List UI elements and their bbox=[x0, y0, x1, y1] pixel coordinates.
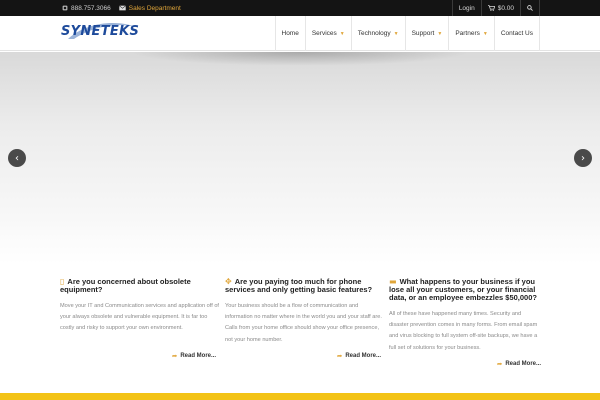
read-more-label: Read More... bbox=[505, 361, 541, 367]
main-navigation: Home Services ▼ Technology ▼ Support ▼ Part… bbox=[274, 16, 540, 51]
nav-contact-us[interactable]: Contact Us bbox=[493, 16, 540, 51]
chevron-right-icon: › bbox=[581, 152, 585, 164]
nav-services-label: Services bbox=[311, 30, 337, 37]
cart-total: $0.00 bbox=[497, 4, 514, 12]
share-arrow-icon: ➦ bbox=[496, 360, 503, 368]
nav-support-label: Support bbox=[411, 30, 435, 37]
top-bar-contact: 888.757.3066 Sales Department bbox=[62, 0, 181, 16]
phone-number: 888.757.3066 bbox=[71, 4, 111, 12]
feature-title-text: Are you paying too much for phone servic… bbox=[225, 277, 373, 294]
read-more-label: Read More... bbox=[180, 353, 216, 359]
feature-phone-services: ✥ Are you paying too much for phone servi… bbox=[225, 278, 385, 361]
nav-home-label: Home bbox=[281, 30, 299, 37]
nav-partners[interactable]: Partners ▼ bbox=[448, 16, 494, 51]
site-header: SYNETEKS Home Services ▼ Technology ▼ Supp… bbox=[0, 16, 600, 51]
phone-link[interactable]: 888.757.3066 bbox=[62, 5, 111, 12]
top-bar: 888.757.3066 Sales Department Login $0.0… bbox=[0, 0, 600, 16]
nav-partners-label: Partners bbox=[455, 30, 480, 37]
chevron-left-icon: ‹ bbox=[15, 152, 19, 164]
slider-prev-button[interactable]: ‹ bbox=[8, 149, 26, 167]
read-more-link[interactable]: ➦ Read More... bbox=[172, 352, 216, 360]
nav-support[interactable]: Support ▼ bbox=[404, 16, 449, 51]
login-link[interactable]: Login bbox=[451, 0, 481, 16]
feature-title: ▯ Are you concerned about obsolete equipm… bbox=[60, 278, 220, 294]
hero-slider bbox=[0, 52, 600, 264]
search-button[interactable] bbox=[520, 0, 540, 16]
feature-title-text: What happens to your business if you los… bbox=[389, 277, 537, 302]
chevron-down-icon: ▼ bbox=[482, 30, 488, 37]
cart-link[interactable]: $0.00 bbox=[480, 0, 520, 16]
feature-body: All of these have happened many times. S… bbox=[389, 311, 538, 351]
feature-title-text: Are you concerned about obsolete equipme… bbox=[60, 277, 191, 294]
read-more-label: Read More... bbox=[345, 353, 381, 359]
feature-title: ▬ What happens to your business if you lo… bbox=[389, 278, 541, 302]
top-bar-actions: Login $0.00 bbox=[451, 0, 540, 16]
chevron-down-icon: ▼ bbox=[393, 30, 399, 37]
chevron-down-icon: ▼ bbox=[437, 30, 443, 37]
chevron-down-icon: ▼ bbox=[339, 30, 345, 37]
read-more-link[interactable]: ➦ Read More... bbox=[497, 360, 541, 368]
nav-technology[interactable]: Technology ▼ bbox=[350, 16, 405, 51]
feature-body: Move your IT and Communication services … bbox=[60, 303, 219, 332]
share-arrow-icon: ➦ bbox=[336, 352, 343, 360]
nav-home[interactable]: Home bbox=[274, 16, 305, 51]
sales-department-label: Sales Department bbox=[128, 4, 181, 12]
footer-accent-bar bbox=[0, 393, 600, 400]
logo[interactable]: SYNETEKS bbox=[61, 24, 139, 39]
nav-contact-us-label: Contact Us bbox=[500, 30, 533, 37]
hero-shadow bbox=[130, 52, 470, 66]
feature-business-security: ▬ What happens to your business if you lo… bbox=[389, 278, 541, 369]
read-more-link[interactable]: ➦ Read More... bbox=[337, 352, 381, 360]
feature-title: ✥ Are you paying too much for phone servi… bbox=[225, 278, 385, 294]
envelope-icon bbox=[118, 5, 126, 11]
nav-services[interactable]: Services ▼ bbox=[304, 16, 351, 51]
feature-obsolete-equipment: ▯ Are you concerned about obsolete equipm… bbox=[60, 278, 220, 361]
slider-next-button[interactable]: › bbox=[574, 149, 592, 167]
search-icon bbox=[527, 5, 533, 11]
share-arrow-icon: ➦ bbox=[171, 352, 178, 360]
sales-department-link[interactable]: Sales Department bbox=[118, 4, 181, 12]
cart-icon bbox=[487, 5, 495, 11]
nav-technology-label: Technology bbox=[357, 30, 391, 37]
phone-icon bbox=[62, 5, 68, 11]
feature-body: Your business should be a flow of commun… bbox=[225, 303, 382, 343]
login-label: Login bbox=[458, 4, 475, 12]
